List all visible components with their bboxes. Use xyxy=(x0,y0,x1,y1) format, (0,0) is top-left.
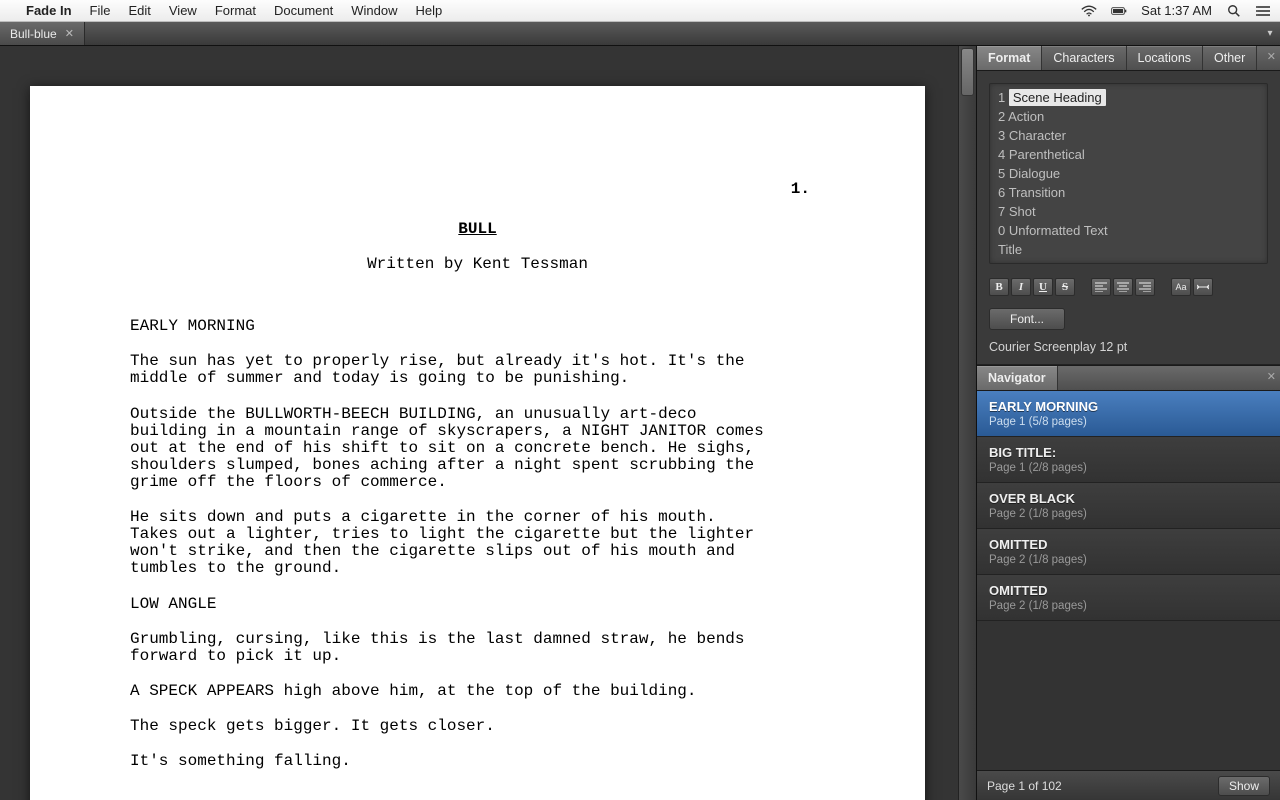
tab-characters[interactable]: Characters xyxy=(1042,46,1126,70)
wifi-icon[interactable] xyxy=(1081,4,1097,18)
document-tab[interactable]: Bull-blue ✕ xyxy=(0,22,85,45)
element-type[interactable]: 2 Action xyxy=(990,107,1267,126)
scene-heading: LOW ANGLE xyxy=(130,596,770,613)
show-button[interactable]: Show xyxy=(1218,776,1270,796)
script-title: BULL xyxy=(130,221,825,238)
navigator-item[interactable]: BIG TITLE:Page 1 (2/8 pages) xyxy=(977,437,1280,483)
menu-help[interactable]: Help xyxy=(416,3,443,18)
page-number: 1. xyxy=(791,181,810,198)
case-button[interactable]: Aa xyxy=(1171,278,1191,296)
navigator-panel: Navigator ✕ EARLY MORNINGPage 1 (5/8 pag… xyxy=(977,365,1280,800)
navigator-item[interactable]: OVER BLACKPage 2 (1/8 pages) xyxy=(977,483,1280,529)
align-right-button[interactable] xyxy=(1135,278,1155,296)
close-tab-icon[interactable]: ✕ xyxy=(65,27,74,40)
navigator-item[interactable]: OMITTEDPage 2 (1/8 pages) xyxy=(977,575,1280,621)
menu-edit[interactable]: Edit xyxy=(128,3,150,18)
action-paragraph: Grumbling, cursing, like this is the las… xyxy=(130,631,770,665)
side-panel: Format Characters Locations Other ✕ 1 Sc… xyxy=(976,46,1280,800)
element-type[interactable]: 7 Shot xyxy=(990,202,1267,221)
action-paragraph: The sun has yet to properly rise, but al… xyxy=(130,353,770,387)
align-center-button[interactable] xyxy=(1113,278,1133,296)
script-page[interactable]: 1. BULL Written by Kent Tessman EARLY MO… xyxy=(30,86,925,800)
element-list[interactable]: 1 Scene Heading2 Action3 Character4 Pare… xyxy=(989,83,1268,264)
tab-locations[interactable]: Locations xyxy=(1127,46,1204,70)
document-tab-label: Bull-blue xyxy=(10,27,57,41)
navigator-list[interactable]: EARLY MORNINGPage 1 (5/8 pages)BIG TITLE… xyxy=(977,391,1280,770)
action-paragraph: A SPECK APPEARS high above him, at the t… xyxy=(130,683,770,700)
action-paragraph: He sits down and puts a cigarette in the… xyxy=(130,509,770,577)
element-type[interactable]: 5 Dialogue xyxy=(990,164,1267,183)
element-type[interactable]: 4 Parenthetical xyxy=(990,145,1267,164)
navigator-footer: Page 1 of 102 Show xyxy=(977,770,1280,800)
document-tab-bar: Bull-blue ✕ ▾ xyxy=(0,22,1280,46)
strike-button[interactable]: S xyxy=(1055,278,1075,296)
format-panel-tabs: Format Characters Locations Other ✕ xyxy=(977,46,1280,71)
text-style-group: B I U S xyxy=(989,278,1075,296)
menu-document[interactable]: Document xyxy=(274,3,333,18)
align-group xyxy=(1091,278,1155,296)
action-paragraph: The speck gets bigger. It gets closer. xyxy=(130,718,770,735)
vertical-scrollbar[interactable] xyxy=(958,46,976,800)
tab-format[interactable]: Format xyxy=(977,46,1042,70)
menu-format[interactable]: Format xyxy=(215,3,256,18)
spotlight-icon[interactable] xyxy=(1226,4,1242,18)
editor-area[interactable]: 1. BULL Written by Kent Tessman EARLY MO… xyxy=(0,46,976,800)
font-description: Courier Screenplay 12 pt xyxy=(989,340,1268,354)
element-type[interactable]: 3 Character xyxy=(990,126,1267,145)
close-navigator-icon[interactable]: ✕ xyxy=(1267,370,1276,383)
action-paragraph: Outside the BULLWORTH-BEECH BUILDING, an… xyxy=(130,406,770,492)
menu-window[interactable]: Window xyxy=(351,3,397,18)
element-type[interactable]: 0 Unformatted Text xyxy=(990,221,1267,240)
italic-button[interactable]: I xyxy=(1011,278,1031,296)
element-type[interactable]: 6 Transition xyxy=(990,183,1267,202)
app-menu[interactable]: Fade In xyxy=(26,3,72,18)
tab-overflow-icon[interactable]: ▾ xyxy=(1260,22,1280,45)
menu-extras-icon[interactable] xyxy=(1256,4,1272,18)
expand-button[interactable] xyxy=(1193,278,1213,296)
font-button[interactable]: Font... xyxy=(989,308,1065,330)
scroll-thumb[interactable] xyxy=(961,48,974,96)
battery-icon[interactable] xyxy=(1111,4,1127,18)
case-group: Aa xyxy=(1171,278,1213,296)
menu-view[interactable]: View xyxy=(169,3,197,18)
element-type[interactable]: 1 Scene Heading xyxy=(990,88,1267,107)
element-type[interactable]: Title xyxy=(990,240,1267,259)
page-count: Page 1 of 102 xyxy=(987,779,1062,793)
action-paragraph: It's something falling. xyxy=(130,753,770,770)
tab-navigator[interactable]: Navigator xyxy=(977,366,1058,390)
close-panel-icon[interactable]: ✕ xyxy=(1267,50,1276,63)
script-byline: Written by Kent Tessman xyxy=(130,256,825,273)
navigator-item[interactable]: OMITTEDPage 2 (1/8 pages) xyxy=(977,529,1280,575)
align-left-button[interactable] xyxy=(1091,278,1111,296)
tab-other[interactable]: Other xyxy=(1203,46,1257,70)
navigator-item[interactable]: EARLY MORNINGPage 1 (5/8 pages) xyxy=(977,391,1280,437)
menu-file[interactable]: File xyxy=(90,3,111,18)
scene-heading: EARLY MORNING xyxy=(130,318,825,335)
underline-button[interactable]: U xyxy=(1033,278,1053,296)
mac-menubar: Fade In File Edit View Format Document W… xyxy=(0,0,1280,22)
format-panel: 1 Scene Heading2 Action3 Character4 Pare… xyxy=(977,71,1280,365)
clock[interactable]: Sat 1:37 AM xyxy=(1141,3,1212,18)
bold-button[interactable]: B xyxy=(989,278,1009,296)
